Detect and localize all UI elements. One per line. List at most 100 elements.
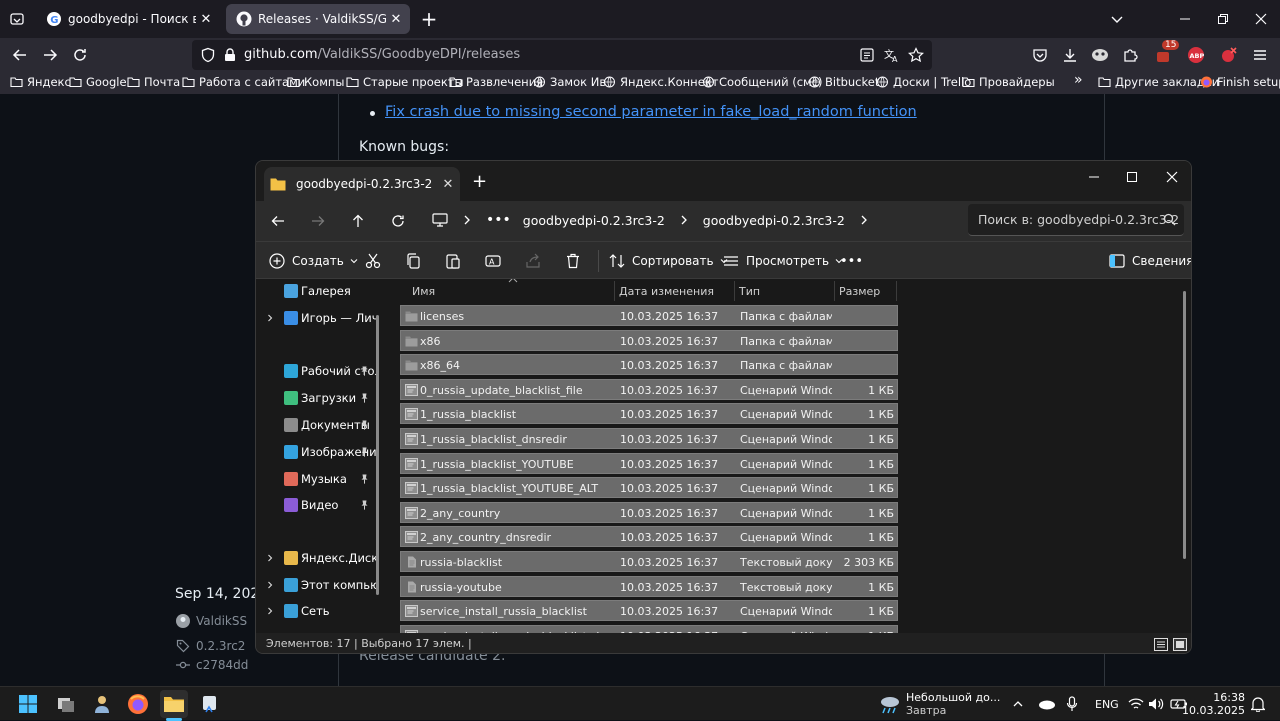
language-indicator[interactable]: ENG	[1095, 687, 1119, 721]
fix-crash-link[interactable]: Fix crash due to missing second paramete…	[385, 104, 917, 120]
file-row[interactable]: licenses 10.03.2025 16:37 Папка с файлами	[400, 305, 898, 326]
microphone-tray-icon[interactable]	[1066, 687, 1078, 721]
file-row[interactable]: russia-blacklist 10.03.2025 16:37 Текстовы…	[400, 551, 898, 572]
bookmarks-overflow-button[interactable]: »	[1074, 72, 1083, 88]
explorer-minimize-button[interactable]	[1074, 165, 1114, 189]
close-tab-icon[interactable]: ✕	[386, 9, 406, 29]
nav-item[interactable]: Видео	[256, 493, 376, 517]
back-button[interactable]	[6, 42, 34, 68]
finish-setup-link[interactable]: Finish setup	[1200, 75, 1280, 89]
file-row[interactable]: x86 10.03.2025 16:37 Папка с файлами	[400, 329, 898, 351]
monitor-icon[interactable]	[432, 213, 448, 227]
list-all-tabs-button[interactable]	[1102, 6, 1132, 32]
show-hidden-icons-button[interactable]	[1012, 687, 1024, 721]
file-row[interactable]: 1_russia_blacklist_YOUTUBE 10.03.2025 16:…	[400, 452, 898, 474]
nav-item[interactable]: Сеть	[256, 599, 376, 623]
bookmark-chateau-if[interactable]: Замок Ив	[533, 75, 606, 89]
new-explorer-tab-button[interactable]: +	[472, 171, 487, 192]
file-row[interactable]: service_install_russia_blacklist_dnsredi…	[400, 624, 898, 633]
column-divider[interactable]	[734, 281, 735, 301]
column-divider[interactable]	[614, 281, 615, 301]
lock-icon[interactable]	[224, 48, 236, 62]
bookmark-old-projects[interactable]: Старые проекты	[346, 75, 464, 89]
file-row[interactable]: 1_russia_blacklist 10.03.2025 16:37 Сценар…	[400, 403, 898, 425]
task-view-button[interactable]	[52, 690, 80, 718]
app-menu-button[interactable]	[1246, 42, 1274, 68]
file-row[interactable]: 1_russia_blacklist_dnsredir 10.03.2025 16…	[400, 428, 898, 449]
bookmark-trello[interactable]: Доски | Trello	[876, 75, 971, 89]
file-row[interactable]: 1_russia_blacklist_YOUTUBE_ALT 10.03.2025…	[400, 477, 898, 499]
start-button[interactable]	[14, 690, 42, 718]
chevron-right-icon[interactable]	[857, 213, 871, 227]
nav-item[interactable]: Яндекс.Диск	[256, 546, 376, 570]
close-tab-icon[interactable]: ✕	[196, 9, 216, 29]
explorer-close-button[interactable]	[1152, 165, 1191, 189]
chevron-right-icon[interactable]	[677, 213, 691, 227]
column-divider[interactable]	[896, 281, 897, 301]
bookmark-sms[interactable]: Сообщений (смс)	[702, 75, 823, 89]
tab-google-search[interactable]: G goodbyedpi - Поиск в Google ✕	[36, 4, 220, 34]
file-row[interactable]: 0_russia_update_blacklist_file 10.03.2025…	[400, 378, 898, 400]
tracking-protection-icon[interactable]	[200, 47, 216, 63]
sort-button[interactable]: Сортировать	[608, 248, 728, 274]
copy-button[interactable]	[404, 248, 428, 274]
explorer-search-input[interactable]: Поиск в: goodbyedpi-0.2.3rc3-2	[968, 204, 1184, 236]
tab-github-releases[interactable]: Releases · ValdikSS/GoodbyeDPI ✕	[226, 4, 410, 34]
extensions-button[interactable]	[1116, 42, 1144, 68]
nav-item[interactable]: Рабочий стол	[256, 359, 376, 383]
extension-badge-button[interactable]: 15	[1150, 40, 1180, 68]
delete-button[interactable]	[564, 248, 588, 274]
explorer-breadcrumb[interactable]: ••• goodbyedpi-0.2.3rc3-2 goodbyedpi-0.2…	[424, 204, 954, 236]
breadcrumb-segment[interactable]: goodbyedpi-0.2.3rc3-2	[517, 213, 671, 228]
notifications-button[interactable]	[1251, 687, 1265, 721]
file-row[interactable]: service_install_russia_blacklist 10.03.20…	[400, 600, 898, 622]
chevron-right-icon[interactable]	[266, 581, 274, 589]
cut-button[interactable]	[364, 248, 388, 274]
rename-button[interactable]: A	[484, 248, 508, 274]
chevron-right-icon[interactable]	[266, 314, 274, 322]
extension-button[interactable]	[1086, 42, 1114, 68]
breadcrumb-overflow-icon[interactable]: •••	[480, 212, 517, 228]
weather-widget[interactable]: Небольшой до... Завтра	[878, 687, 1000, 721]
restore-button[interactable]	[1208, 6, 1238, 32]
nav-item[interactable]: Игорь — Личное	[256, 306, 376, 330]
file-explorer-taskbar-button[interactable]	[160, 690, 188, 718]
more-options-button[interactable]: •••	[840, 248, 863, 274]
clock[interactable]: 16:38 10.03.2025	[1182, 687, 1245, 721]
column-header-type[interactable]: Тип	[739, 285, 760, 298]
navigation-pane-scrollbar[interactable]	[376, 315, 379, 595]
bookmark-mail[interactable]: Почта	[127, 75, 180, 89]
explorer-forward-button[interactable]	[304, 207, 332, 235]
large-icons-view-icon[interactable]	[1173, 638, 1187, 651]
wifi-tray-icon[interactable]	[1128, 687, 1144, 721]
create-button[interactable]: Создать	[268, 248, 358, 274]
chevron-right-icon[interactable]	[266, 554, 274, 562]
tab-overview-button[interactable]	[2, 6, 32, 32]
breadcrumb-segment[interactable]: goodbyedpi-0.2.3rc3-2	[697, 213, 851, 228]
file-list-scrollbar[interactable]	[1183, 291, 1186, 559]
chevron-right-icon[interactable]	[460, 213, 474, 227]
close-window-button[interactable]	[1246, 6, 1276, 32]
bookmark-star-icon[interactable]	[908, 47, 924, 63]
release-commit[interactable]: c2784dd	[176, 658, 248, 672]
reload-button[interactable]	[66, 42, 94, 68]
column-header-name[interactable]: Имя	[412, 285, 435, 298]
nav-item[interactable]: Этот компьютер	[256, 573, 376, 597]
details-pane-button[interactable]: Сведения	[1108, 248, 1191, 274]
explorer-tab[interactable]: goodbyedpi-0.2.3rc3-2 ✕	[264, 167, 460, 201]
url-bar[interactable]: github.com/ValdikSS/GoodbyeDPI/releases …	[192, 40, 932, 70]
firefox-taskbar-button[interactable]	[124, 690, 152, 718]
onedrive-tray-icon[interactable]	[1038, 687, 1056, 721]
bookmark-computers[interactable]: Компы	[287, 75, 344, 89]
minimize-button[interactable]	[1170, 6, 1200, 32]
adblock-button[interactable]: ABP	[1182, 42, 1210, 68]
nav-item[interactable]: Документы	[256, 413, 376, 437]
file-row[interactable]: 2_any_country 10.03.2025 16:37 Сценарий Wi…	[400, 501, 898, 523]
pocket-button[interactable]	[1026, 42, 1054, 68]
bookmark-providers[interactable]: Провайдеры	[962, 75, 1055, 89]
release-tag[interactable]: 0.2.3rc2	[176, 639, 245, 653]
downloads-button[interactable]	[1056, 42, 1084, 68]
chevron-right-icon[interactable]	[266, 607, 274, 615]
nav-item[interactable]: Галерея	[256, 279, 376, 303]
bookmark-google[interactable]: Google	[69, 75, 127, 89]
